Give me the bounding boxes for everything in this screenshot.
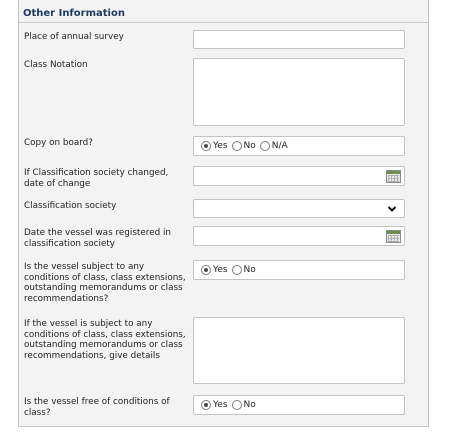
classification-society-select[interactable] bbox=[193, 199, 405, 218]
copy-on-board-na-radio[interactable] bbox=[259, 141, 270, 151]
annual-survey-place-input[interactable] bbox=[193, 30, 405, 49]
date-registered-input[interactable] bbox=[193, 226, 405, 246]
subject-to-conditions-no-radio[interactable] bbox=[231, 265, 242, 275]
calendar-icon[interactable] bbox=[386, 170, 401, 183]
class-notation-textarea[interactable] bbox=[193, 58, 405, 126]
subject-to-conditions-yes-label: Yes bbox=[213, 265, 228, 275]
date-registered-label: Date the vessel was registered in classi… bbox=[24, 228, 171, 249]
annual-survey-place-label: Place of annual survey bbox=[24, 32, 124, 42]
copy-on-board-radios: Yes No N/A bbox=[201, 141, 292, 151]
subject-to-conditions-radios: Yes No bbox=[201, 265, 260, 275]
section-divider bbox=[19, 22, 428, 23]
copy-on-board-na-label: N/A bbox=[271, 141, 288, 151]
class-society-changed-date-input[interactable] bbox=[193, 166, 405, 186]
chevron-down-icon bbox=[387, 206, 397, 212]
copy-on-board-yes-radio[interactable] bbox=[201, 141, 211, 151]
subject-to-conditions-no-label: No bbox=[243, 265, 256, 275]
free-of-conditions-yes-label: Yes bbox=[213, 400, 228, 410]
free-of-conditions-no-label: No bbox=[243, 400, 256, 410]
free-of-conditions-radios: Yes No bbox=[201, 400, 260, 410]
free-of-conditions-label: Is the vessel free of conditions of clas… bbox=[24, 397, 170, 418]
conditions-details-textarea[interactable] bbox=[193, 317, 405, 384]
class-society-changed-label: If Classification society changed, date … bbox=[24, 168, 169, 189]
copy-on-board-no-label: No bbox=[243, 141, 256, 151]
calendar-icon[interactable] bbox=[386, 230, 401, 243]
subject-to-conditions-yes-radio[interactable] bbox=[201, 265, 211, 275]
copy-on-board-label: Copy on board? bbox=[24, 138, 93, 148]
subject-to-conditions-label: Is the vessel subject to any conditions … bbox=[24, 262, 186, 304]
copy-on-board-no-radio[interactable] bbox=[231, 141, 242, 151]
conditions-details-label: If the vessel is subject to any conditio… bbox=[24, 319, 186, 361]
class-notation-label: Class Notation bbox=[24, 60, 88, 70]
section-title: Other Information bbox=[23, 8, 125, 19]
copy-on-board-yes-label: Yes bbox=[213, 141, 228, 151]
free-of-conditions-no-radio[interactable] bbox=[231, 400, 242, 410]
classification-society-label: Classification society bbox=[24, 201, 117, 211]
free-of-conditions-yes-radio[interactable] bbox=[201, 400, 211, 410]
